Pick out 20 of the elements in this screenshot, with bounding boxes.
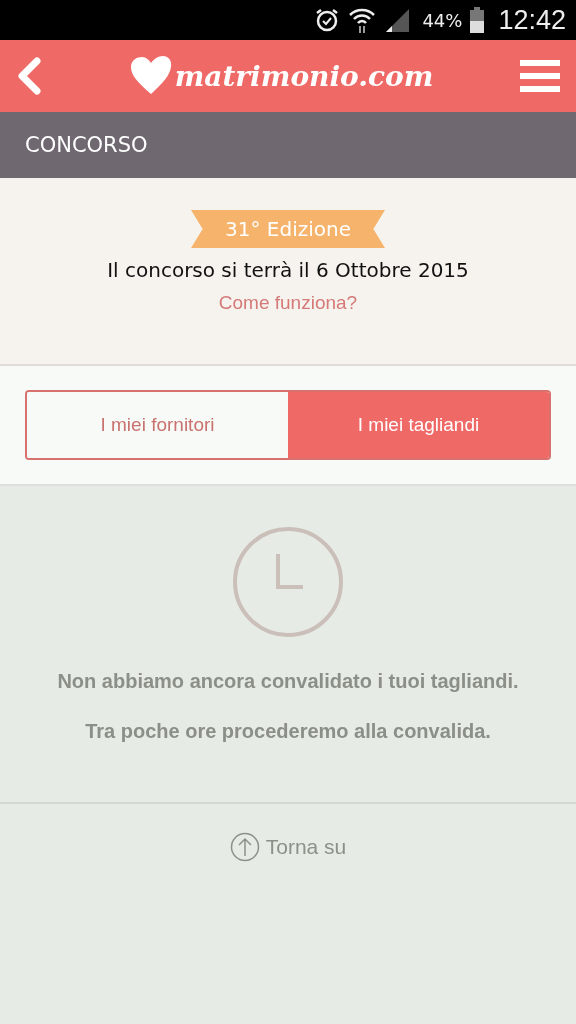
empty-note: Tra poche ore procederemo alla convalida. [85,720,491,743]
section-title: CONCORSO [25,133,148,157]
clock-time: 12:42 [498,4,566,36]
back-button[interactable] [16,56,42,96]
battery-icon [470,7,485,33]
battery-percent: 44% [422,9,463,31]
wifi-icon [348,6,377,34]
clock-icon [232,526,344,638]
back-to-top-link[interactable]: Torna su [229,832,347,862]
menu-button[interactable] [520,60,560,92]
tab[interactable]: I miei tagliandi [288,392,549,458]
contest-date: Il concorso si terrà il 6 Ottobre 2015 [107,258,469,282]
how-it-works-link[interactable]: Come funziona? [218,292,358,314]
edition-ribbon: 31° Edizione [191,210,385,248]
menu-icon [520,60,560,92]
logo-text: matrimonio.com [174,59,434,93]
back-icon [16,56,42,96]
heart-icon [128,56,173,96]
signal-icon [384,7,411,33]
empty-message: Non abbiamo ancora convalidato i tuoi tagliandi. [57,670,519,693]
